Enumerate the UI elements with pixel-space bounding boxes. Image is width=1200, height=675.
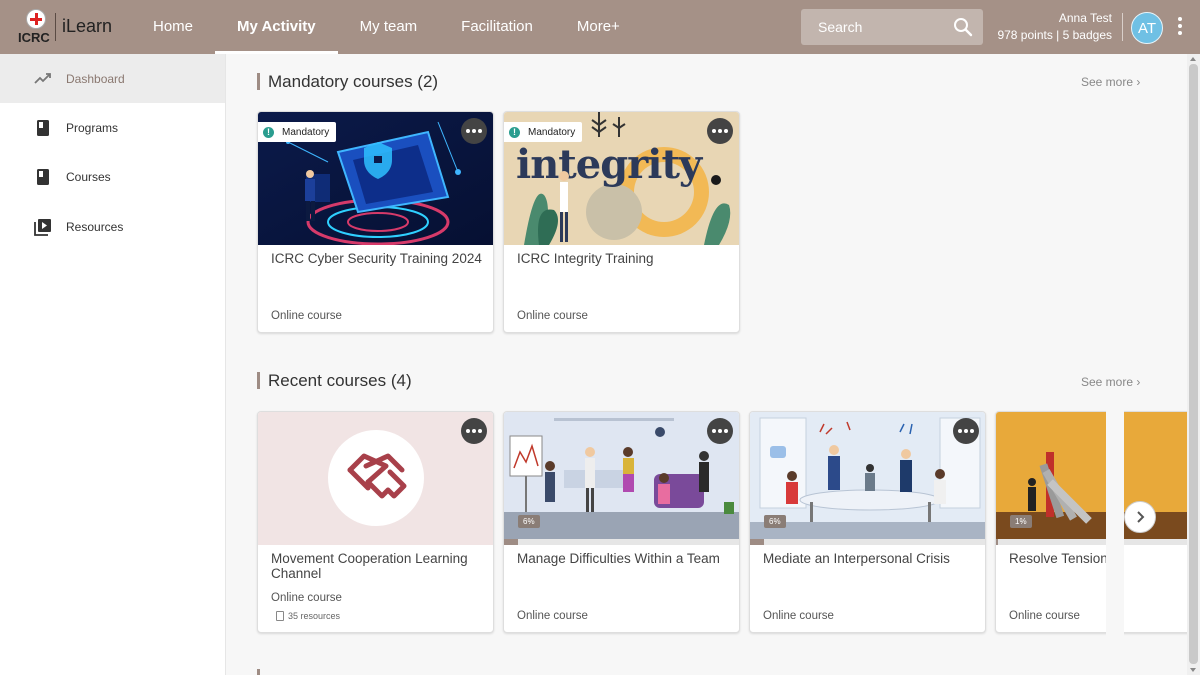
section-accent-bar — [257, 73, 260, 90]
integrity-image-text: integrity — [516, 141, 704, 188]
sidebar-item-label: Resources — [66, 219, 124, 234]
search-placeholder: Search — [818, 19, 863, 35]
course-type: Online course — [517, 310, 588, 322]
logo-text: ICRC — [18, 30, 50, 45]
more-options-icon[interactable] — [461, 118, 487, 144]
more-vertical-icon[interactable] — [1172, 15, 1188, 39]
nav-home[interactable]: Home — [131, 0, 215, 54]
icrc-logo[interactable]: ICRC — [18, 9, 56, 45]
course-type: Online course — [271, 310, 342, 322]
course-title: ICRC Cyber Security Training 2024 — [271, 251, 482, 266]
carousel-next-button[interactable] — [1124, 501, 1156, 533]
logo-divider — [55, 13, 56, 41]
course-title: Manage Difficulties Within a Team — [517, 551, 720, 566]
search-input[interactable]: Search — [801, 9, 983, 45]
trend-icon — [34, 73, 51, 84]
progress-bar-fill — [750, 539, 765, 545]
scroll-up-icon[interactable] — [1190, 57, 1196, 61]
progress-bar — [996, 539, 1200, 545]
app-name[interactable]: iLearn — [62, 16, 112, 37]
scrollbar-thumb[interactable] — [1189, 64, 1198, 664]
course-card[interactable]: 6% Mediate an Interpersonal Crisis Onlin… — [749, 411, 986, 633]
more-options-icon[interactable] — [707, 118, 733, 144]
sidebar-item-programs[interactable]: Programs — [0, 103, 225, 152]
sidebar-item-dashboard[interactable]: Dashboard — [0, 54, 225, 103]
sidebar-item-label: Dashboard — [66, 71, 125, 86]
badge-label: Mandatory — [528, 126, 576, 138]
chevron-right-icon: › — [1136, 75, 1141, 89]
progress-percent-badge: 1% — [1010, 515, 1032, 528]
more-options-icon[interactable] — [707, 418, 733, 444]
section-title: Mandatory courses (2) — [268, 72, 439, 91]
user-info[interactable]: Anna Test 978 points | 5 badges — [997, 10, 1112, 44]
carousel-clip-mask — [1106, 400, 1124, 640]
chevron-right-icon: › — [1136, 375, 1141, 389]
course-type: Online course — [517, 610, 588, 622]
sidebar-item-courses[interactable]: Courses — [0, 152, 225, 201]
nav-more[interactable]: More+ — [555, 0, 642, 54]
avatar[interactable]: AT — [1131, 12, 1163, 44]
scroll-down-icon[interactable] — [1190, 668, 1196, 672]
progress-percent-badge: 6% — [518, 515, 540, 528]
course-title: Mediate an Interpersonal Crisis — [763, 551, 950, 566]
main-nav: Home My Activity My team Facilitation Mo… — [131, 0, 642, 54]
progress-bar — [504, 539, 739, 545]
resources-count: 35 resources — [276, 611, 340, 621]
sidebar-item-label: Courses — [66, 169, 111, 184]
progress-bar — [750, 539, 985, 545]
sidebar: Dashboard Programs Courses Resources — [0, 54, 226, 675]
resources-label: 35 resources — [288, 611, 341, 621]
course-card[interactable]: integrity ! Mandatory ICRC Integrity Tra… — [503, 111, 740, 333]
course-card[interactable]: ! Mandatory ICRC Cyber Security Training… — [257, 111, 494, 333]
handshake-illustration — [258, 412, 493, 545]
chevron-right-icon — [1137, 511, 1145, 523]
course-card[interactable]: 1% Resolve Tensions Online course — [995, 411, 1200, 633]
course-card[interactable]: 6% Manage Difficulties Within a Team Onl… — [503, 411, 740, 633]
top-navigation-bar: ICRC iLearn Home My Activity My team Fac… — [0, 0, 1200, 54]
mandatory-badge: ! Mandatory — [504, 122, 583, 142]
course-type: Online course — [763, 610, 834, 622]
document-icon — [276, 611, 284, 621]
user-divider — [1122, 13, 1123, 41]
nav-my-activity[interactable]: My Activity — [215, 0, 338, 54]
section-title: Recent courses (4) — [268, 371, 412, 390]
user-name: Anna Test — [1058, 11, 1112, 25]
see-more-link[interactable]: See more › — [1081, 75, 1140, 89]
nav-facilitation[interactable]: Facilitation — [439, 0, 555, 54]
section-accent-bar — [257, 669, 260, 675]
course-type: Online course — [271, 592, 342, 604]
section-accent-bar — [257, 372, 260, 389]
course-type: Online course — [1009, 610, 1080, 622]
play-library-icon — [34, 219, 51, 236]
see-more-label: See more — [1081, 75, 1134, 89]
red-cross-icon — [26, 9, 46, 29]
more-options-icon[interactable] — [461, 418, 487, 444]
progress-bar-fill — [504, 539, 519, 545]
book-icon — [37, 169, 49, 185]
see-more-link[interactable]: See more › — [1081, 375, 1140, 389]
alert-icon: ! — [509, 126, 520, 138]
mandatory-badge: ! Mandatory — [258, 122, 337, 142]
sidebar-item-label: Programs — [66, 120, 119, 135]
see-more-label: See more — [1081, 375, 1134, 389]
book-icon — [37, 120, 49, 136]
alert-icon: ! — [263, 126, 274, 138]
course-title: ICRC Integrity Training — [517, 251, 654, 266]
user-stats: 978 points | 5 badges — [997, 28, 1112, 42]
vertical-scrollbar[interactable] — [1187, 54, 1200, 675]
nav-my-team[interactable]: My team — [338, 0, 440, 54]
course-title: Resolve Tensions — [1009, 551, 1115, 566]
course-title: Movement Cooperation Learning Channel — [271, 551, 468, 581]
progress-bar-fill — [996, 539, 999, 545]
badge-label: Mandatory — [282, 126, 330, 138]
course-card[interactable]: Movement Cooperation Learning Channel On… — [257, 411, 494, 633]
sidebar-item-resources[interactable]: Resources — [0, 202, 225, 251]
search-icon[interactable] — [953, 17, 973, 37]
more-options-icon[interactable] — [953, 418, 979, 444]
progress-percent-badge: 6% — [764, 515, 786, 528]
